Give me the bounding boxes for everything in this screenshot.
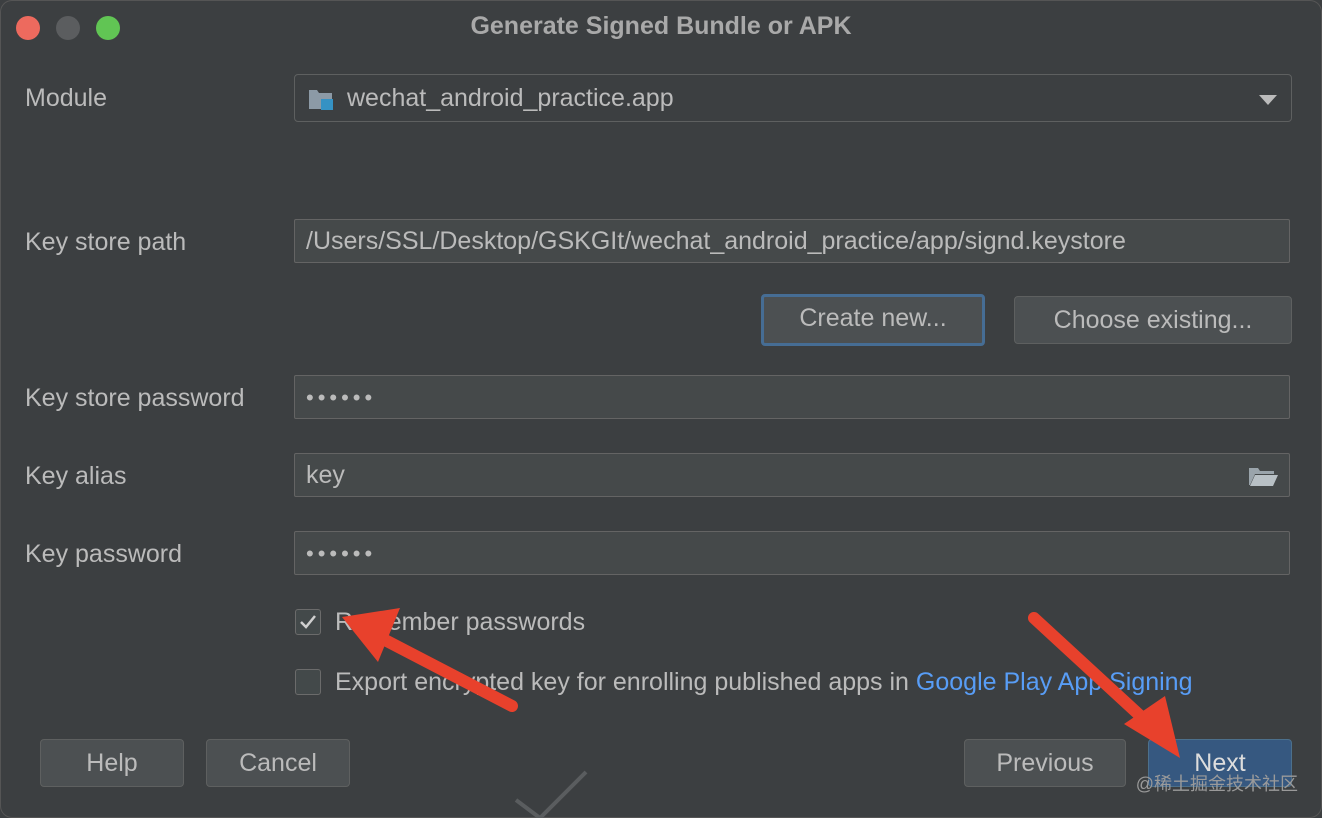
google-play-app-signing-link[interactable]: Google Play App Signing [916,668,1193,696]
keystore-path-input[interactable]: /Users/SSL/Desktop/GSKGIt/wechat_android… [294,219,1290,263]
cancel-button[interactable]: Cancel [206,739,350,787]
title-bar: Generate Signed Bundle or APK [0,0,1322,56]
export-key-checkbox[interactable] [295,669,321,695]
watermark: @稀土掘金技术社区 [1135,774,1298,794]
dialog-title: Generate Signed Bundle or APK [470,12,852,40]
module-label: Module [25,84,107,112]
key-password-value: •••••• [306,541,377,566]
keystore-password-value: •••••• [306,385,377,410]
key-alias-label: Key alias [25,462,127,490]
checkmark-icon [300,615,316,629]
open-folder-icon[interactable] [1247,464,1279,488]
create-new-button[interactable]: Create new... [761,294,985,346]
key-password-label: Key password [25,540,183,568]
help-button[interactable]: Help [40,739,184,787]
key-alias-input[interactable]: key [294,453,1290,497]
key-alias-value: key [306,461,345,489]
key-password-input[interactable]: •••••• [294,531,1290,575]
signed-bundle-dialog: Generate Signed Bundle or APK Module wec… [0,0,1322,818]
remember-passwords-label[interactable]: Remember passwords [335,608,585,637]
keystore-path-label: Key store path [25,228,187,256]
remember-passwords-checkbox[interactable] [295,609,321,635]
export-key-label[interactable]: Export encrypted key for enrolling publi… [335,668,1193,697]
keystore-password-label: Key store password [25,384,245,412]
module-value: wechat_android_practice.app [347,84,674,112]
previous-button[interactable]: Previous [964,739,1126,787]
module-dropdown[interactable]: wechat_android_practice.app [294,74,1292,122]
export-key-text: Export encrypted key for enrolling publi… [335,668,916,696]
choose-existing-button[interactable]: Choose existing... [1014,296,1292,344]
chevron-down-icon [1259,95,1277,105]
keystore-password-input[interactable]: •••••• [294,375,1290,419]
module-folder-icon [309,90,333,110]
keystore-path-value: /Users/SSL/Desktop/GSKGIt/wechat_android… [306,227,1126,255]
decorative-check-mark [514,770,588,818]
